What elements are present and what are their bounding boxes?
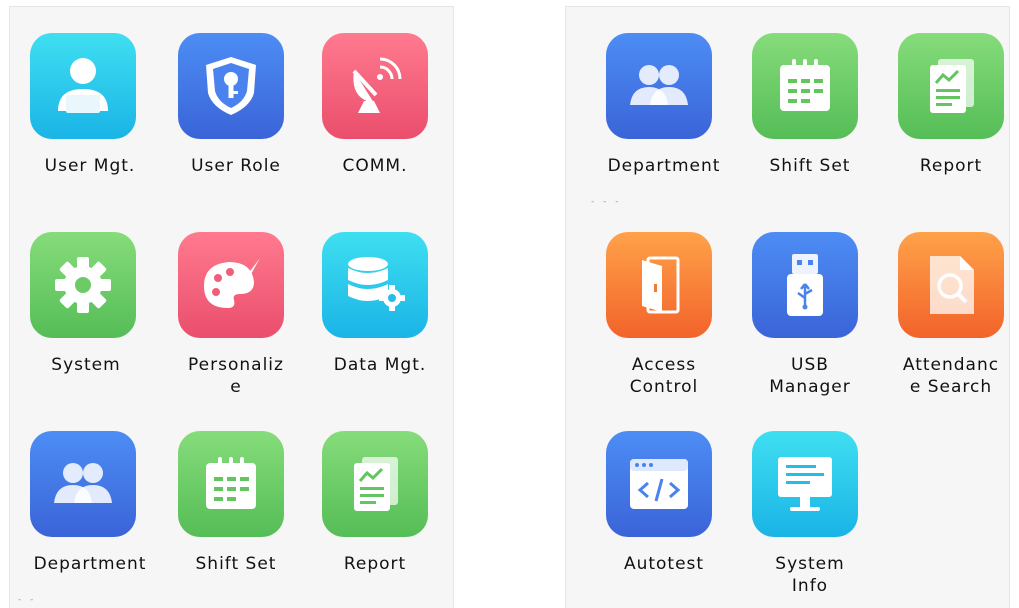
- menu-item-label: Shift Set: [769, 156, 851, 176]
- people-icon: [606, 33, 712, 139]
- menu-item-label: COMM.: [342, 156, 408, 176]
- report-icon: [898, 33, 1004, 139]
- menu-item-label: Attendanc e Search: [902, 355, 1000, 397]
- usb-drive-icon: [752, 232, 858, 338]
- menu-item-label: User Mgt.: [44, 156, 136, 176]
- menu-item-label: System Info: [775, 554, 845, 596]
- menu-item-label: Department: [33, 554, 147, 574]
- people-icon: [30, 431, 136, 537]
- document-search-icon: [898, 232, 1004, 338]
- menu-item-label: Autotest: [623, 554, 705, 574]
- monitor-icon: [752, 431, 858, 537]
- palette-icon: [178, 232, 284, 338]
- menu-item-label: Report: [343, 554, 407, 574]
- user-icon: [30, 33, 136, 139]
- calendar-icon: [178, 431, 284, 537]
- menu-item-label: User Role: [191, 156, 281, 176]
- menu-item-label: Personaliz e: [188, 355, 284, 397]
- menu-item-label: Report: [919, 156, 983, 176]
- shield-key-icon: [178, 33, 284, 139]
- satellite-dish-icon: [322, 33, 428, 139]
- page-indicator: - -: [18, 595, 37, 605]
- menu-item-label: System: [51, 355, 121, 375]
- calendar-icon: [752, 33, 858, 139]
- menu-item-label: Data Mgt.: [333, 355, 427, 375]
- database-gear-icon: [322, 232, 428, 338]
- menu-item-label: USB Manager: [769, 355, 851, 397]
- gear-icon: [30, 232, 136, 338]
- report-icon: [322, 431, 428, 537]
- main-menu-page-2: Department Shift Set Report - - - Access…: [565, 6, 1010, 608]
- menu-item-label: Access Control: [629, 355, 699, 397]
- menu-item-label: Department: [607, 156, 721, 176]
- menu-item-label: Shift Set: [195, 554, 277, 574]
- main-menu-page-1: User Mgt. User Role COMM. System Persona…: [9, 6, 454, 608]
- page-indicator: - - -: [591, 197, 622, 207]
- door-icon: [606, 232, 712, 338]
- code-window-icon: [606, 431, 712, 537]
